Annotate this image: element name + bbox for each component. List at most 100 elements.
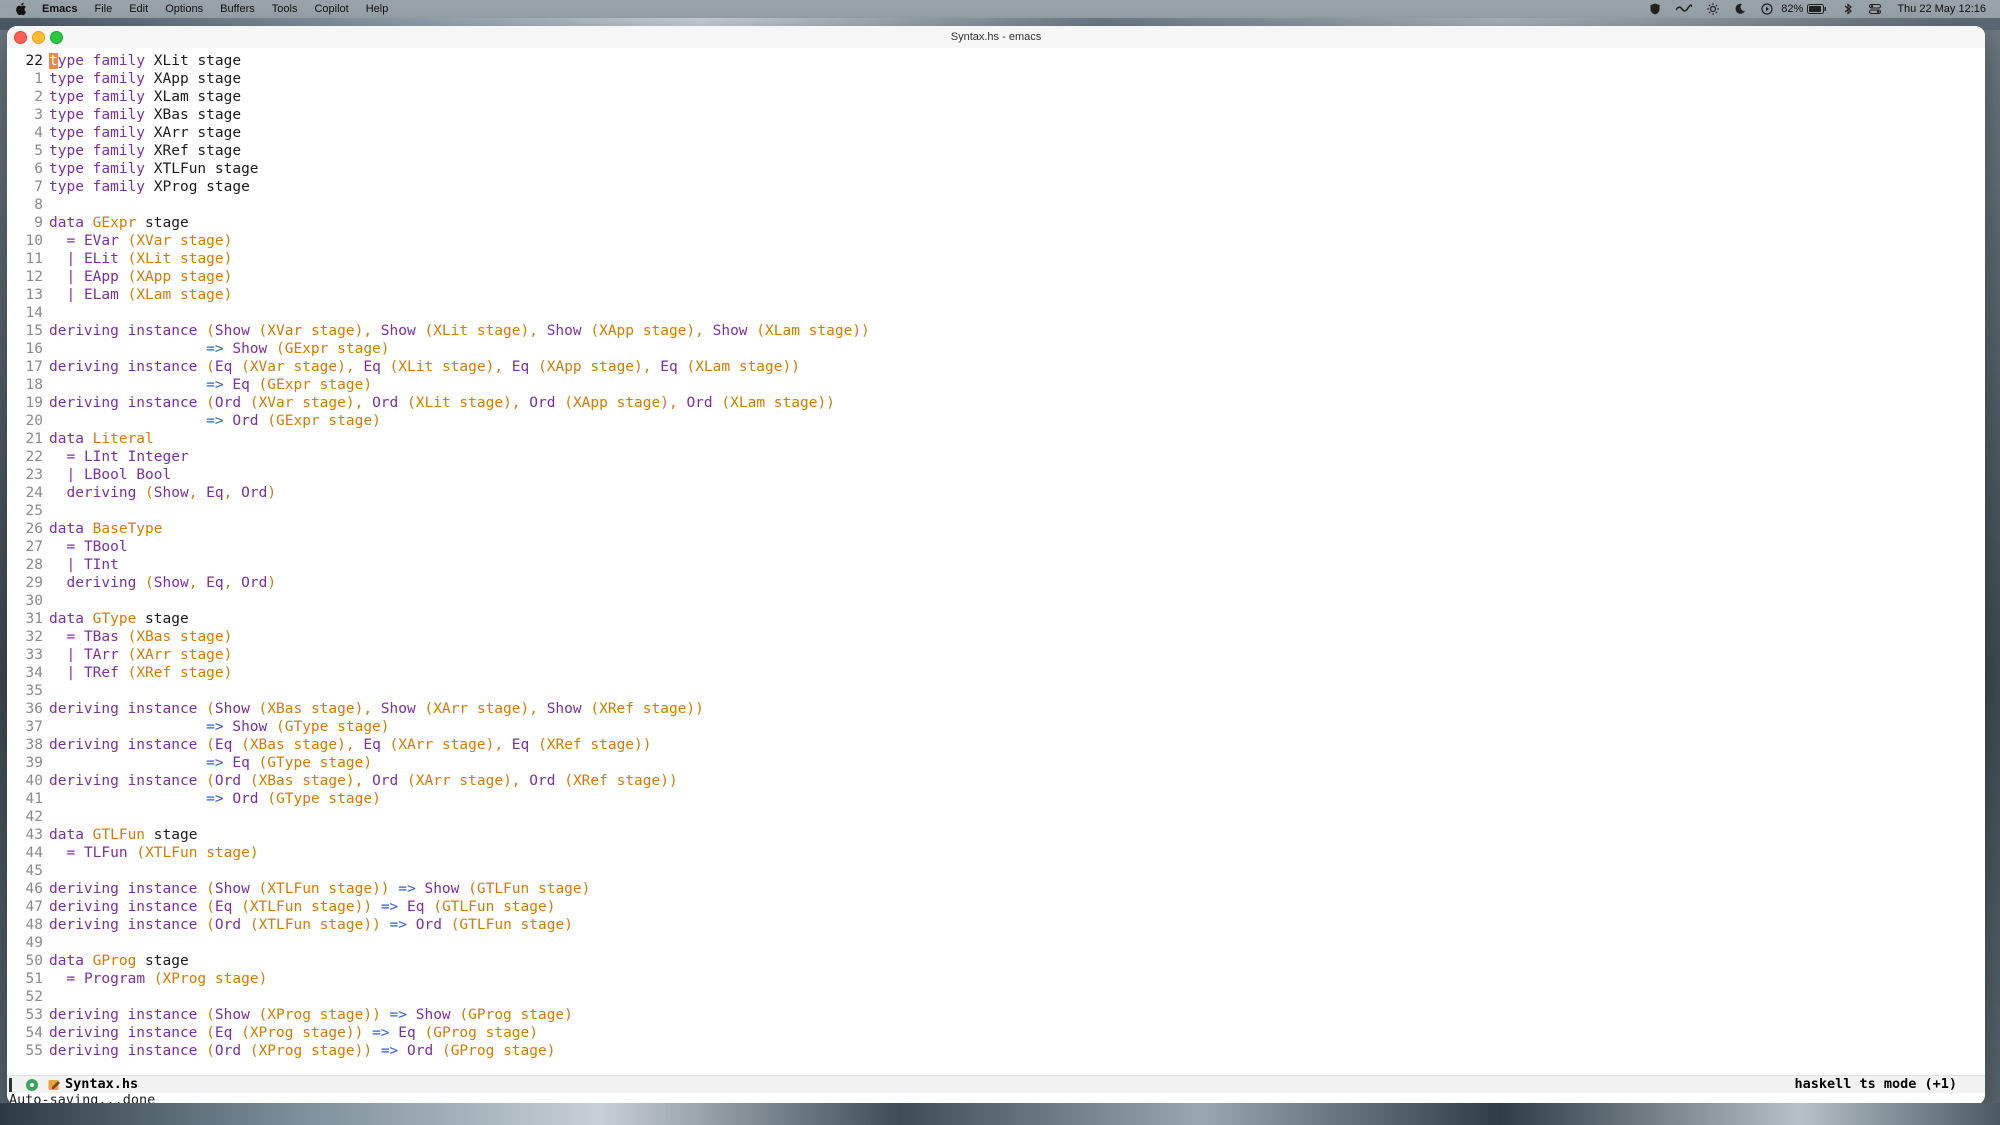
- code-text[interactable]: type family XTLFun stage: [49, 160, 259, 178]
- play-circle-icon[interactable]: [1761, 3, 1773, 15]
- code-line[interactable]: 12 | EApp (XApp stage): [7, 268, 1985, 286]
- menu-tools[interactable]: Tools: [272, 3, 298, 15]
- menu-edit[interactable]: Edit: [129, 3, 148, 15]
- minimize-window-button[interactable]: [32, 31, 45, 44]
- code-line[interactable]: 39 => Eq (GType stage): [7, 754, 1985, 772]
- code-line[interactable]: 22 = LInt Integer: [7, 448, 1985, 466]
- menu-help[interactable]: Help: [366, 3, 389, 15]
- menu-options[interactable]: Options: [165, 3, 203, 15]
- code-text[interactable]: | TInt: [49, 556, 118, 574]
- brightness-icon[interactable]: [1707, 3, 1720, 15]
- menu-file[interactable]: File: [94, 3, 112, 15]
- code-line[interactable]: 37 => Show (GType stage): [7, 718, 1985, 736]
- code-text[interactable]: = TLFun (XTLFun stage): [49, 844, 258, 862]
- code-text[interactable]: => Show (GExpr stage): [49, 340, 389, 358]
- code-line[interactable]: 33 | TArr (XArr stage): [7, 646, 1985, 664]
- code-line[interactable]: 38 deriving instance (Eq (XBas stage), Eq…: [7, 736, 1985, 754]
- code-text[interactable]: = EVar (XVar stage): [49, 232, 232, 250]
- wave-icon[interactable]: [1676, 3, 1693, 15]
- code-text[interactable]: deriving (Show, Eq, Ord): [49, 574, 276, 592]
- code-line[interactable]: 43 data GTLFun stage: [7, 826, 1985, 844]
- code-line[interactable]: 26 data BaseType: [7, 520, 1985, 538]
- zoom-window-button[interactable]: [50, 31, 63, 44]
- code-editor[interactable]: 22 type family XLit stage 1 type family XAp…: [7, 52, 1985, 1104]
- code-text[interactable]: deriving instance (Ord (XBas stage), Ord…: [49, 772, 678, 790]
- code-text[interactable]: = TBool: [49, 538, 127, 556]
- code-line[interactable]: 41 => Ord (GType stage): [7, 790, 1985, 808]
- close-window-button[interactable]: [14, 31, 27, 44]
- code-line[interactable]: 3 type family XBas stage: [7, 106, 1985, 124]
- code-text[interactable]: deriving instance (Show (XTLFun stage)) …: [49, 880, 590, 898]
- code-text[interactable]: type family XRef stage: [49, 142, 241, 160]
- code-line[interactable]: 55 deriving instance (Ord (XProg stage)) …: [7, 1042, 1985, 1060]
- code-text[interactable]: type family XBas stage: [49, 106, 241, 124]
- code-text[interactable]: => Ord (GExpr stage): [49, 412, 381, 430]
- code-text[interactable]: deriving instance (Ord (XVar stage), Ord…: [49, 394, 835, 412]
- code-line[interactable]: 18 => Eq (GExpr stage): [7, 376, 1985, 394]
- code-text[interactable]: deriving instance (Ord (XTLFun stage)) =…: [49, 916, 573, 934]
- code-line[interactable]: 51 = Program (XProg stage): [7, 970, 1985, 988]
- code-line[interactable]: 6 type family XTLFun stage: [7, 160, 1985, 178]
- code-text[interactable]: deriving instance (Show (XBas stage), Sh…: [49, 700, 704, 718]
- code-text[interactable]: data GExpr stage: [49, 214, 189, 232]
- code-line[interactable]: 34 | TRef (XRef stage): [7, 664, 1985, 682]
- code-line[interactable]: 7 type family XProg stage: [7, 178, 1985, 196]
- code-line[interactable]: 5 type family XRef stage: [7, 142, 1985, 160]
- code-line[interactable]: 50 data GProg stage: [7, 952, 1985, 970]
- code-line[interactable]: 32 = TBas (XBas stage): [7, 628, 1985, 646]
- code-line[interactable]: 25: [7, 502, 1985, 520]
- code-line[interactable]: 36 deriving instance (Show (XBas stage), …: [7, 700, 1985, 718]
- code-line[interactable]: 24 deriving (Show, Eq, Ord): [7, 484, 1985, 502]
- code-text[interactable]: deriving instance (Show (XVar stage), Sh…: [49, 322, 870, 340]
- code-text[interactable]: => Ord (GType stage): [49, 790, 381, 808]
- buffer-name[interactable]: Syntax.hs: [65, 1076, 138, 1093]
- code-text[interactable]: data GType stage: [49, 610, 189, 628]
- window-titlebar[interactable]: Syntax.hs - emacs: [7, 26, 1985, 48]
- code-text[interactable]: type family XLit stage: [49, 52, 241, 70]
- code-text[interactable]: = Program (XProg stage): [49, 970, 267, 988]
- code-line[interactable]: 53 deriving instance (Show (XProg stage))…: [7, 1006, 1985, 1024]
- code-line[interactable]: 10 = EVar (XVar stage): [7, 232, 1985, 250]
- code-line[interactable]: 54 deriving instance (Eq (XProg stage)) =…: [7, 1024, 1985, 1042]
- code-line[interactable]: 22 type family XLit stage: [7, 52, 1985, 70]
- apple-icon[interactable]: [14, 2, 28, 16]
- code-text[interactable]: deriving (Show, Eq, Ord): [49, 484, 276, 502]
- code-line[interactable]: 15 deriving instance (Show (XVar stage), …: [7, 322, 1985, 340]
- code-line[interactable]: 14: [7, 304, 1985, 322]
- code-text[interactable]: deriving instance (Eq (XVar stage), Eq (…: [49, 358, 800, 376]
- code-text[interactable]: = LInt Integer: [49, 448, 188, 466]
- code-line[interactable]: 2 type family XLam stage: [7, 88, 1985, 106]
- menu-emacs[interactable]: Emacs: [42, 3, 77, 15]
- code-line[interactable]: 19 deriving instance (Ord (XVar stage), O…: [7, 394, 1985, 412]
- code-text[interactable]: data GProg stage: [49, 952, 189, 970]
- menu-copilot[interactable]: Copilot: [314, 3, 348, 15]
- code-text[interactable]: deriving instance (Eq (XProg stage)) => …: [49, 1024, 538, 1042]
- major-mode[interactable]: haskell ts mode (+1): [1794, 1076, 1957, 1093]
- code-line[interactable]: 23 | LBool Bool: [7, 466, 1985, 484]
- code-line[interactable]: 42: [7, 808, 1985, 826]
- code-line[interactable]: 21 data Literal: [7, 430, 1985, 448]
- code-text[interactable]: => Show (GType stage): [49, 718, 389, 736]
- code-text[interactable]: type family XLam stage: [49, 88, 241, 106]
- code-line[interactable]: 8: [7, 196, 1985, 214]
- code-line[interactable]: 46 deriving instance (Show (XTLFun stage)…: [7, 880, 1985, 898]
- code-text[interactable]: | TArr (XArr stage): [49, 646, 232, 664]
- code-text[interactable]: | ELam (XLam stage): [49, 286, 232, 304]
- code-line[interactable]: 9 data GExpr stage: [7, 214, 1985, 232]
- code-text[interactable]: data BaseType: [49, 520, 163, 538]
- code-text[interactable]: type family XApp stage: [49, 70, 241, 88]
- code-line[interactable]: 52: [7, 988, 1985, 1006]
- code-line[interactable]: 30: [7, 592, 1985, 610]
- code-text[interactable]: data Literal: [49, 430, 154, 448]
- code-text[interactable]: = TBas (XBas stage): [49, 628, 232, 646]
- code-line[interactable]: 11 | ELit (XLit stage): [7, 250, 1985, 268]
- code-line[interactable]: 31 data GType stage: [7, 610, 1985, 628]
- code-line[interactable]: 17 deriving instance (Eq (XVar stage), Eq…: [7, 358, 1985, 376]
- code-text[interactable]: | EApp (XApp stage): [49, 268, 232, 286]
- code-text[interactable]: | TRef (XRef stage): [49, 664, 232, 682]
- code-line[interactable]: 1 type family XApp stage: [7, 70, 1985, 88]
- code-line[interactable]: 40 deriving instance (Ord (XBas stage), O…: [7, 772, 1985, 790]
- code-line[interactable]: 16 => Show (GExpr stage): [7, 340, 1985, 358]
- code-text[interactable]: data GTLFun stage: [49, 826, 197, 844]
- code-line[interactable]: 49: [7, 934, 1985, 952]
